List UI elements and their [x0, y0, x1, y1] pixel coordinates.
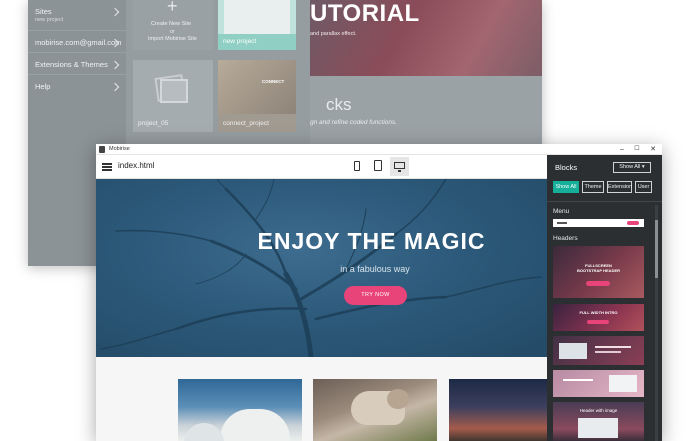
menu-button-shape	[627, 221, 639, 225]
screenshot-stage: Sites new project mobirise.com@gmail.com…	[0, 0, 690, 441]
try-now-button[interactable]: TRY NOW	[344, 286, 407, 305]
app-logo-icon	[99, 146, 105, 153]
photo-placeholder-icon	[160, 79, 188, 103]
back-hero-title: UTORIAL	[310, 0, 420, 27]
sidebar-item-sites[interactable]: Sites	[35, 7, 52, 16]
full-width-intro-thumbnail[interactable]: FULL WIDTH INTRO	[553, 304, 644, 331]
sidebar-item-help[interactable]: Help	[35, 82, 50, 91]
tab-user[interactable]: User	[635, 181, 652, 193]
tab-show-all[interactable]: Show All	[553, 181, 579, 193]
hero-subtitle: in a fabulous way	[340, 264, 410, 274]
thumbnail-text-line	[595, 351, 621, 353]
project-thumbnail	[218, 60, 296, 114]
tab-theme[interactable]: Theme	[582, 181, 604, 193]
sidebar-divider	[28, 30, 126, 31]
editor-toolbar: index.html	[96, 155, 547, 179]
tab-extension[interactable]: Extension	[607, 181, 632, 193]
back-hero-subtitle: and parallax effect.	[310, 31, 357, 37]
minimize-button[interactable]: –	[614, 144, 630, 155]
panel-divider	[547, 201, 662, 202]
thumbnail-image-shape	[609, 375, 637, 392]
mobirise-app-window: Mobirise – ☐ ✕ index.html ENJOY THE MAGI…	[96, 144, 662, 441]
dusk-landscape-image	[449, 379, 547, 441]
back-hero-section: UTORIAL and parallax effect.	[310, 0, 542, 76]
blocks-panel: Blocks Show All ▾ Show All Theme Extensi…	[547, 155, 662, 441]
fullscreen-header-thumbnail[interactable]: FULLSCREEN BOOTSTRAP HEADER	[553, 246, 644, 298]
blocks-panel-title: Blocks	[555, 163, 578, 172]
window-titlebar[interactable]: Mobirise – ☐ ✕	[96, 144, 662, 155]
desktop-view-icon	[394, 162, 405, 169]
connect-caption: CONNECT	[262, 79, 285, 84]
sidebar-item-sites-sub: new project	[35, 17, 64, 23]
thumbnail-text-line	[563, 379, 593, 381]
header-with-image-thumbnail[interactable]: Header with image	[553, 402, 644, 441]
new-project-tile[interactable]: new project	[218, 0, 296, 50]
close-button[interactable]: ✕	[645, 144, 661, 155]
chevron-right-icon	[110, 60, 120, 70]
create-site-label: Create New Site	[151, 21, 192, 27]
menu-logo-shape	[557, 222, 567, 224]
cat-image	[313, 379, 437, 441]
maximize-button[interactable]: ☐	[629, 144, 645, 155]
window-title: Mobirise	[109, 145, 130, 152]
thumbnail-image-shape	[578, 418, 618, 438]
thumbnail-image-shape	[559, 343, 587, 359]
thumbnail-text-line	[595, 346, 631, 348]
show-all-dropdown[interactable]: Show All ▾	[613, 162, 651, 173]
page-canvas: ENJOY THE MAGIC in a fabulous way TRY NO…	[96, 179, 547, 441]
cloud-shape	[184, 423, 224, 441]
sky-clouds-image	[178, 379, 302, 441]
chevron-right-icon	[110, 82, 120, 92]
project-05-label: project_05	[138, 120, 169, 127]
or-label: or	[170, 29, 175, 35]
thumbnail-button-shape	[587, 320, 609, 324]
hero-section[interactable]: ENJOY THE MAGIC in a fabulous way TRY NO…	[96, 179, 547, 357]
cloud-shape	[220, 409, 290, 441]
back-blocks-title: cks	[326, 95, 352, 114]
project-05-tile[interactable]: project_05	[133, 60, 213, 132]
import-site-label: Import Mobirise Site	[148, 36, 197, 42]
plus-icon: +	[167, 0, 178, 16]
thumbnail-button-shape	[586, 281, 610, 286]
new-project-label: new project	[223, 38, 257, 45]
menu-block-thumbnail[interactable]	[553, 219, 644, 227]
cat-head-shape	[387, 389, 409, 409]
hamburger-menu-icon[interactable]	[102, 163, 112, 171]
connect-project-tile[interactable]: CONNECT connect_project	[218, 60, 296, 132]
hero-title: ENJOY THE MAGIC	[257, 228, 486, 254]
section-label-menu: Menu	[553, 208, 570, 215]
project-thumbnail	[224, 0, 290, 34]
desktop-view-button[interactable]	[390, 157, 409, 176]
create-site-tile[interactable]: + Create New Site or Import Mobirise Sit…	[133, 0, 213, 50]
connect-project-label: connect_project	[223, 120, 269, 127]
monitor-stand	[398, 170, 401, 172]
thumbnail-caption: FULL WIDTH INTRO	[579, 310, 618, 315]
header-split-thumbnail[interactable]	[553, 370, 644, 397]
sidebar-item-extensions[interactable]: Extensions & Themes	[35, 60, 108, 69]
thumbnail-caption: Header with image	[579, 408, 618, 413]
panel-scrollbar-thumb[interactable]	[655, 220, 658, 278]
page-file-name[interactable]: index.html	[118, 161, 154, 170]
thumbnail-caption: FULLSCREEN BOOTSTRAP HEADER	[576, 263, 621, 273]
mobile-view-icon[interactable]	[354, 161, 360, 171]
sidebar-divider	[28, 52, 126, 53]
tablet-view-icon[interactable]	[374, 160, 382, 171]
section-label-headers: Headers	[553, 235, 578, 242]
header-media-thumbnail[interactable]	[553, 336, 644, 365]
sidebar-divider	[28, 74, 126, 75]
chevron-right-icon	[110, 7, 120, 17]
sidebar-item-account[interactable]: mobirise.com@gmail.com	[35, 38, 121, 47]
back-blocks-subtitle: gn and refine coded functions.	[310, 119, 398, 126]
